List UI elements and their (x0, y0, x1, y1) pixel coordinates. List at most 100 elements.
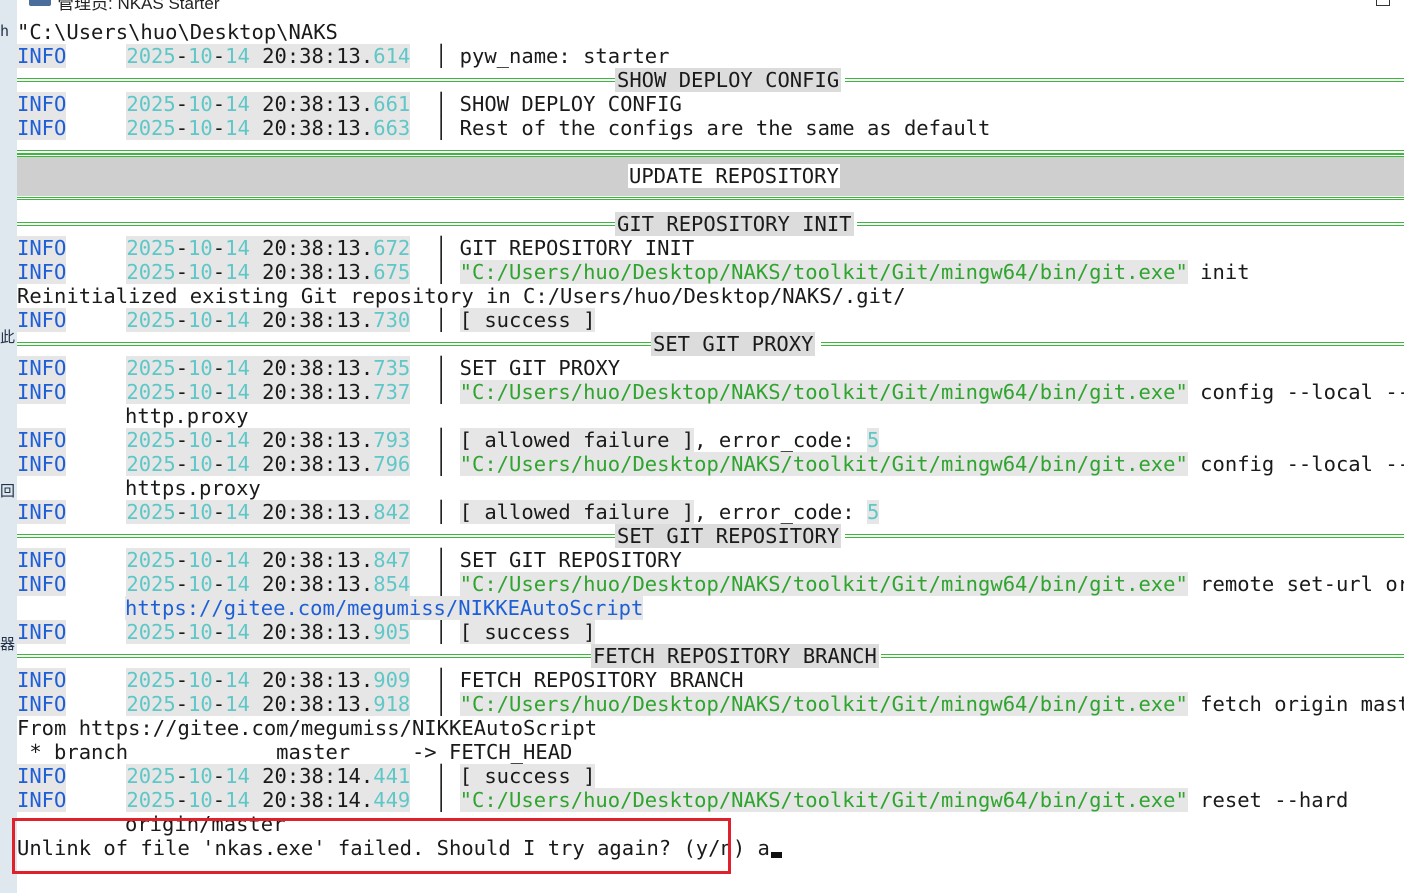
log-day: 14 (225, 356, 250, 380)
log-message: FETCH REPOSITORY BRANCH (459, 668, 744, 692)
log-ms: 449 (373, 788, 411, 812)
reinit-line: Reinitialized existing Git repository in… (17, 284, 906, 308)
log-year: 2025 (126, 500, 176, 524)
log-line: INFO 2025-10-14 20:38:13.675 │ "C:/Users/… (17, 260, 1250, 284)
log-level: INFO (17, 116, 67, 140)
log-month: 10 (188, 92, 213, 116)
log-line: INFO 2025-10-14 20:38:13.842 │ [ allowed … (17, 500, 880, 524)
log-ms: 905 (373, 620, 411, 644)
log-time: 20:38:13 (262, 260, 361, 284)
log-time: 20:38:13 (262, 428, 361, 452)
status-tag: success (484, 308, 571, 332)
log-ms: 672 (373, 236, 411, 260)
repo-url-link[interactable]: https://gitee.com/megumiss/NIKKEAutoScri… (125, 596, 644, 620)
git-args: remote set-url origin (1200, 572, 1404, 596)
log-ms: 730 (373, 308, 411, 332)
log-day: 14 (225, 236, 250, 260)
log-time: 20:38:13 (262, 692, 361, 716)
log-time: 20:38:14 (262, 788, 361, 812)
log-line: INFO 2025-10-14 20:38:13.735 │ SET GIT PR… (17, 356, 621, 380)
log-level: INFO (17, 764, 67, 788)
log-day: 14 (225, 428, 250, 452)
log-ms: 661 (373, 92, 411, 116)
log-year: 2025 (126, 548, 176, 572)
git-args: config --local --unse (1200, 452, 1404, 476)
log-line: INFO 2025-10-14 20:38:13.661 │ SHOW DEPLO… (17, 92, 682, 116)
log-month: 10 (188, 692, 213, 716)
log-day: 14 (225, 92, 250, 116)
log-year: 2025 (126, 380, 176, 404)
log-ms: 847 (373, 548, 411, 572)
log-ms: 735 (373, 356, 411, 380)
section-rule-show-deploy: SHOW DEPLOY CONFIG (17, 68, 1404, 92)
status-tag: allowed failure (484, 500, 670, 524)
log-month: 10 (188, 356, 213, 380)
window-titlebar[interactable]: 管理员: NKAS Starter (17, 0, 1404, 20)
log-day: 14 (225, 692, 250, 716)
log-level: INFO (17, 452, 67, 476)
log-year: 2025 (126, 116, 176, 140)
log-level: INFO (17, 428, 67, 452)
log-ms: 918 (373, 692, 411, 716)
log-day: 14 (225, 620, 250, 644)
log-level: INFO (17, 356, 67, 380)
log-level: INFO (17, 620, 67, 644)
log-line: INFO 2025-10-14 20:38:13.663 │ Rest of th… (17, 116, 991, 140)
prompt-input[interactable]: a (758, 836, 770, 860)
banner-title: UPDATE REPOSITORY (628, 164, 840, 188)
log-day: 14 (225, 764, 250, 788)
log-ms: 793 (373, 428, 411, 452)
git-args: reset --hard (1187, 788, 1349, 812)
log-year: 2025 (126, 236, 176, 260)
log-day: 14 (225, 668, 250, 692)
log-year: 2025 (126, 788, 176, 812)
log-time: 20:38:13 (262, 380, 361, 404)
highlight-box (12, 818, 731, 874)
desktop-glyph: 回 (0, 482, 16, 500)
repo-url-line: https://gitee.com/megumiss/NIKKEAutoScri… (125, 596, 644, 620)
log-time: 20:38:13 (262, 356, 361, 380)
log-year: 2025 (126, 428, 176, 452)
git-args: init (1187, 260, 1250, 284)
log-time: 20:38:13 (262, 572, 361, 596)
log-level: INFO (17, 92, 67, 116)
log-year: 2025 (126, 308, 176, 332)
git-exe-path: "C:/Users/huo/Desktop/NAKS/toolkit/Git/m… (459, 380, 1188, 404)
text-cursor (770, 852, 782, 858)
log-year: 2025 (126, 260, 176, 284)
status-tag: allowed failure (484, 428, 670, 452)
log-year: 2025 (126, 572, 176, 596)
log-day: 14 (225, 260, 250, 284)
desktop-glyph: 此 (0, 328, 16, 346)
log-month: 10 (188, 548, 213, 572)
git-args: fetch origin master (1200, 692, 1404, 716)
status-tag: success (484, 620, 571, 644)
log-line: INFO 2025-10-14 20:38:13.793 │ [ allowed … (17, 428, 880, 452)
log-year: 2025 (126, 620, 176, 644)
log-message: GIT REPOSITORY INIT (459, 236, 695, 260)
log-line: INFO 2025-10-14 20:38:13.730 │ [ success … (17, 308, 596, 332)
git-exe-path: "C:/Users/huo/Desktop/NAKS/toolkit/Git/m… (459, 572, 1188, 596)
log-level: INFO (17, 692, 67, 716)
log-time: 20:38:13 (262, 452, 361, 476)
log-line: INFO 2025-10-14 20:38:14.441 │ [ success … (17, 764, 596, 788)
log-day: 14 (225, 500, 250, 524)
section-rule-git-init: GIT REPOSITORY INIT (17, 212, 1404, 236)
log-ms: 909 (373, 668, 411, 692)
log-year: 2025 (126, 44, 176, 68)
log-year: 2025 (126, 356, 176, 380)
app-icon (29, 0, 51, 6)
section-rule-set-proxy: SET GIT PROXY (17, 332, 1404, 356)
log-day: 14 (225, 44, 250, 68)
fetch-from-line: From https://gitee.com/megumiss/NIKKEAut… (17, 716, 598, 740)
error-code: 5 (866, 428, 880, 452)
log-message: SET GIT PROXY (459, 356, 621, 380)
log-level: INFO (17, 260, 67, 284)
log-line: INFO 2025-10-14 20:38:13.909 │ FETCH REPO… (17, 668, 744, 692)
git-exe-path: "C:/Users/huo/Desktop/NAKS/toolkit/Git/m… (459, 788, 1188, 812)
console-output[interactable]: "C:\Users\huo\Desktop\NAKS INFO 2025-10-1… (17, 20, 1404, 893)
section-rule-fetch-branch: FETCH REPOSITORY BRANCH (17, 644, 1404, 668)
log-line: INFO 2025-10-14 20:38:13.796 │ "C:/Users/… (17, 452, 1404, 476)
maximize-icon[interactable] (1376, 0, 1390, 6)
log-day: 14 (225, 452, 250, 476)
